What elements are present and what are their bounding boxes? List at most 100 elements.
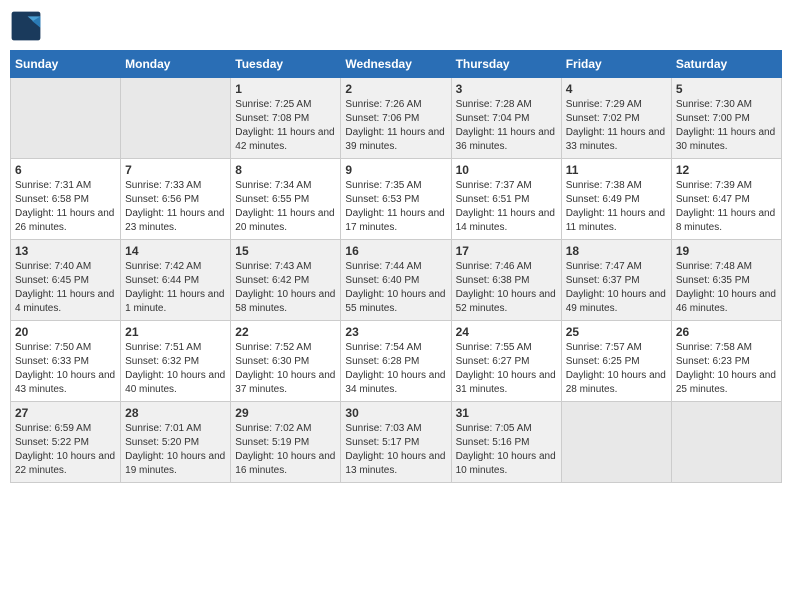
day-number: 28 (125, 406, 226, 420)
calendar-day-cell: 6Sunrise: 7:31 AM Sunset: 6:58 PM Daylig… (11, 159, 121, 240)
calendar-day-cell: 17 Sunrise: 7:46 AM Sunset: 6:38 PM Dayli… (451, 240, 561, 321)
day-info: Sunrise: 7:57 AM Sunset: 6:25 PM Dayligh… (566, 341, 667, 397)
day-info: Sunrise: 7:30 AM Sunset: 7:00 PM Dayligh… (676, 98, 777, 154)
day-number: 17 (456, 244, 557, 258)
day-info: Sunrise: 7:44 AM Sunset: 6:40 PM Dayligh… (345, 260, 446, 316)
calendar-day-cell (11, 78, 121, 159)
calendar-week-row: 13Sunrise: 7:40 AM Sunset: 6:45 PM Dayli… (11, 240, 782, 321)
weekday-header: Sunday (11, 51, 121, 78)
day-number: 23 (345, 325, 446, 339)
day-info: Sunrise: 7:26 AM Sunset: 7:06 PM Dayligh… (345, 98, 446, 154)
day-info: Sunrise: 7:05 AM Sunset: 5:16 PM Dayligh… (456, 422, 557, 478)
day-number: 21 (125, 325, 226, 339)
calendar-day-cell: 15Sunrise: 7:43 AM Sunset: 6:42 PM Dayli… (231, 240, 341, 321)
calendar-day-cell: 19 Sunrise: 7:48 AM Sunset: 6:35 PM Dayli… (671, 240, 781, 321)
day-number: 14 (125, 244, 226, 258)
day-number: 20 (15, 325, 116, 339)
day-info: Sunrise: 7:50 AM Sunset: 6:33 PM Dayligh… (15, 341, 116, 397)
day-number: 25 (566, 325, 667, 339)
day-number: 30 (345, 406, 446, 420)
day-info: Sunrise: 6:59 AM Sunset: 5:22 PM Dayligh… (15, 422, 116, 478)
day-number: 9 (345, 163, 446, 177)
calendar-header-row: SundayMondayTuesdayWednesdayThursdayFrid… (11, 51, 782, 78)
day-number: 2 (345, 82, 446, 96)
calendar-day-cell: 16 Sunrise: 7:44 AM Sunset: 6:40 PM Dayli… (341, 240, 451, 321)
day-info: Sunrise: 7:29 AM Sunset: 7:02 PM Dayligh… (566, 98, 667, 154)
day-info: Sunrise: 7:51 AM Sunset: 6:32 PM Dayligh… (125, 341, 226, 397)
day-number: 27 (15, 406, 116, 420)
day-number: 13 (15, 244, 116, 258)
calendar-day-cell: 10 Sunrise: 7:37 AM Sunset: 6:51 PM Dayli… (451, 159, 561, 240)
weekday-header: Thursday (451, 51, 561, 78)
day-number: 24 (456, 325, 557, 339)
calendar-day-cell: 25 Sunrise: 7:57 AM Sunset: 6:25 PM Dayli… (561, 321, 671, 402)
day-number: 4 (566, 82, 667, 96)
day-number: 26 (676, 325, 777, 339)
calendar-day-cell (561, 402, 671, 483)
calendar-day-cell: 1 Sunrise: 7:25 AM Sunset: 7:08 PM Daylig… (231, 78, 341, 159)
weekday-header: Monday (121, 51, 231, 78)
day-number: 3 (456, 82, 557, 96)
calendar-table: SundayMondayTuesdayWednesdayThursdayFrid… (10, 50, 782, 483)
day-info: Sunrise: 7:25 AM Sunset: 7:08 PM Dayligh… (235, 98, 336, 154)
calendar-day-cell: 5 Sunrise: 7:30 AM Sunset: 7:00 PM Daylig… (671, 78, 781, 159)
calendar-day-cell: 18 Sunrise: 7:47 AM Sunset: 6:37 PM Dayli… (561, 240, 671, 321)
day-number: 8 (235, 163, 336, 177)
day-info: Sunrise: 7:33 AM Sunset: 6:56 PM Dayligh… (125, 179, 226, 235)
day-number: 7 (125, 163, 226, 177)
calendar-week-row: 20 Sunrise: 7:50 AM Sunset: 6:33 PM Dayli… (11, 321, 782, 402)
day-number: 5 (676, 82, 777, 96)
page-header (10, 10, 782, 42)
calendar-day-cell: 24 Sunrise: 7:55 AM Sunset: 6:27 PM Dayli… (451, 321, 561, 402)
calendar-week-row: 6Sunrise: 7:31 AM Sunset: 6:58 PM Daylig… (11, 159, 782, 240)
day-info: Sunrise: 7:52 AM Sunset: 6:30 PM Dayligh… (235, 341, 336, 397)
day-number: 18 (566, 244, 667, 258)
calendar-week-row: 1 Sunrise: 7:25 AM Sunset: 7:08 PM Daylig… (11, 78, 782, 159)
day-number: 16 (345, 244, 446, 258)
day-info: Sunrise: 7:48 AM Sunset: 6:35 PM Dayligh… (676, 260, 777, 316)
calendar-day-cell: 2 Sunrise: 7:26 AM Sunset: 7:06 PM Daylig… (341, 78, 451, 159)
day-info: Sunrise: 7:43 AM Sunset: 6:42 PM Dayligh… (235, 260, 336, 316)
day-info: Sunrise: 7:42 AM Sunset: 6:44 PM Dayligh… (125, 260, 226, 316)
day-info: Sunrise: 7:01 AM Sunset: 5:20 PM Dayligh… (125, 422, 226, 478)
calendar-day-cell: 27 Sunrise: 6:59 AM Sunset: 5:22 PM Dayli… (11, 402, 121, 483)
logo-icon (10, 10, 42, 42)
calendar-day-cell: 13Sunrise: 7:40 AM Sunset: 6:45 PM Dayli… (11, 240, 121, 321)
day-info: Sunrise: 7:02 AM Sunset: 5:19 PM Dayligh… (235, 422, 336, 478)
day-info: Sunrise: 7:47 AM Sunset: 6:37 PM Dayligh… (566, 260, 667, 316)
day-info: Sunrise: 7:58 AM Sunset: 6:23 PM Dayligh… (676, 341, 777, 397)
day-info: Sunrise: 7:03 AM Sunset: 5:17 PM Dayligh… (345, 422, 446, 478)
day-number: 12 (676, 163, 777, 177)
day-number: 31 (456, 406, 557, 420)
day-info: Sunrise: 7:37 AM Sunset: 6:51 PM Dayligh… (456, 179, 557, 235)
calendar-day-cell: 11 Sunrise: 7:38 AM Sunset: 6:49 PM Dayli… (561, 159, 671, 240)
calendar-day-cell: 28 Sunrise: 7:01 AM Sunset: 5:20 PM Dayli… (121, 402, 231, 483)
day-info: Sunrise: 7:46 AM Sunset: 6:38 PM Dayligh… (456, 260, 557, 316)
calendar-day-cell: 20 Sunrise: 7:50 AM Sunset: 6:33 PM Dayli… (11, 321, 121, 402)
day-number: 10 (456, 163, 557, 177)
weekday-header: Tuesday (231, 51, 341, 78)
calendar-day-cell: 31 Sunrise: 7:05 AM Sunset: 5:16 PM Dayli… (451, 402, 561, 483)
calendar-day-cell: 8 Sunrise: 7:34 AM Sunset: 6:55 PM Daylig… (231, 159, 341, 240)
logo (10, 10, 46, 42)
calendar-day-cell: 23Sunrise: 7:54 AM Sunset: 6:28 PM Dayli… (341, 321, 451, 402)
day-info: Sunrise: 7:34 AM Sunset: 6:55 PM Dayligh… (235, 179, 336, 235)
calendar-day-cell (121, 78, 231, 159)
day-number: 11 (566, 163, 667, 177)
day-number: 19 (676, 244, 777, 258)
calendar-day-cell: 14 Sunrise: 7:42 AM Sunset: 6:44 PM Dayli… (121, 240, 231, 321)
day-info: Sunrise: 7:38 AM Sunset: 6:49 PM Dayligh… (566, 179, 667, 235)
calendar-day-cell: 4 Sunrise: 7:29 AM Sunset: 7:02 PM Daylig… (561, 78, 671, 159)
day-number: 1 (235, 82, 336, 96)
weekday-header: Friday (561, 51, 671, 78)
calendar-week-row: 27 Sunrise: 6:59 AM Sunset: 5:22 PM Dayli… (11, 402, 782, 483)
calendar-day-cell: 9 Sunrise: 7:35 AM Sunset: 6:53 PM Daylig… (341, 159, 451, 240)
day-info: Sunrise: 7:28 AM Sunset: 7:04 PM Dayligh… (456, 98, 557, 154)
calendar-day-cell: 29Sunrise: 7:02 AM Sunset: 5:19 PM Dayli… (231, 402, 341, 483)
day-number: 6 (15, 163, 116, 177)
day-number: 22 (235, 325, 336, 339)
day-info: Sunrise: 7:55 AM Sunset: 6:27 PM Dayligh… (456, 341, 557, 397)
calendar-day-cell: 30 Sunrise: 7:03 AM Sunset: 5:17 PM Dayli… (341, 402, 451, 483)
calendar-day-cell: 3 Sunrise: 7:28 AM Sunset: 7:04 PM Daylig… (451, 78, 561, 159)
day-info: Sunrise: 7:35 AM Sunset: 6:53 PM Dayligh… (345, 179, 446, 235)
